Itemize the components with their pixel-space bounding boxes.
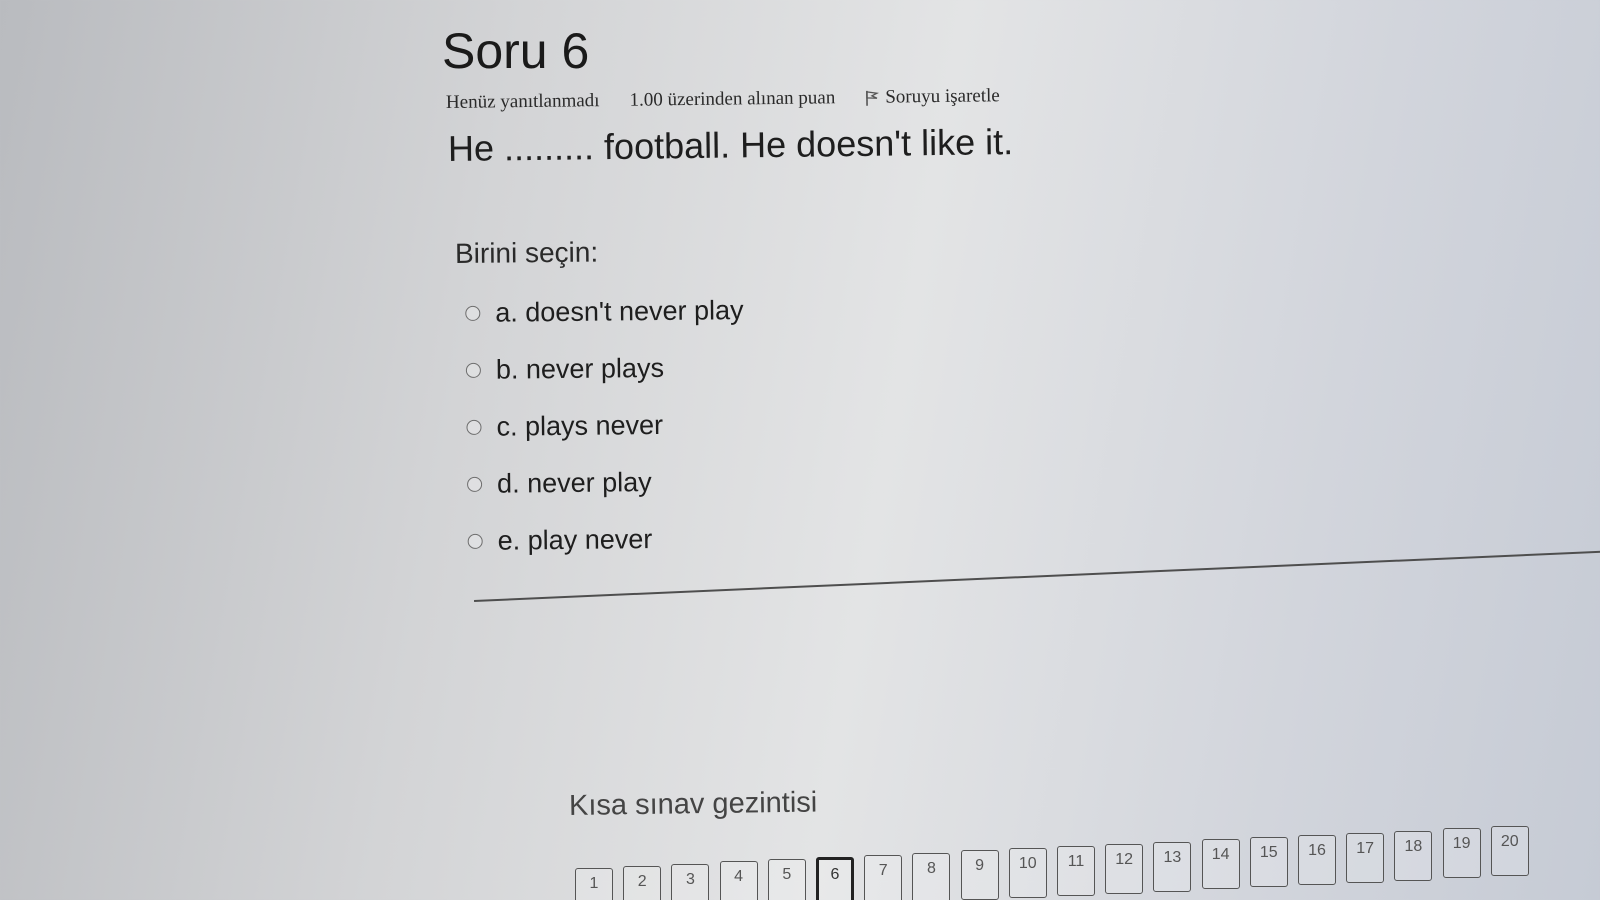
quiz-nav-button-3[interactable]: 3 (671, 863, 710, 900)
quiz-nav-button-19[interactable]: 19 (1442, 828, 1481, 879)
quiz-nav-button-9[interactable]: 9 (960, 850, 999, 900)
quiz-nav-button-13[interactable]: 13 (1153, 841, 1192, 892)
quiz-nav-button-7[interactable]: 7 (864, 854, 903, 900)
quiz-nav-button-8[interactable]: 8 (912, 852, 951, 900)
quiz-nav-button-18[interactable]: 18 (1394, 830, 1433, 881)
quiz-nav-button-20[interactable]: 20 (1490, 826, 1529, 877)
quiz-nav-button-16[interactable]: 16 (1298, 835, 1336, 885)
quiz-nav-button-10[interactable]: 10 (1008, 848, 1047, 899)
quiz-nav-button-4[interactable]: 4 (719, 861, 758, 900)
quiz-nav-button-1[interactable]: 1 (575, 868, 613, 900)
quiz-nav-button-11[interactable]: 11 (1057, 846, 1095, 896)
quiz-nav-button-15[interactable]: 15 (1249, 837, 1288, 888)
quiz-nav-button-17[interactable]: 17 (1346, 832, 1385, 883)
quiz-nav-button-6[interactable]: 6 (816, 857, 854, 900)
quiz-nav-button-14[interactable]: 14 (1201, 839, 1240, 890)
quiz-nav-button-5[interactable]: 5 (767, 859, 806, 900)
quiz-navigation-buttons: 1 2 3 4 5 6 7 8 9 10 11 12 13 14 15 16 17 18 19 20 (0, 0, 1600, 900)
quiz-nav-button-12[interactable]: 12 (1105, 843, 1144, 894)
quiz-nav-button-2[interactable]: 2 (623, 865, 662, 900)
